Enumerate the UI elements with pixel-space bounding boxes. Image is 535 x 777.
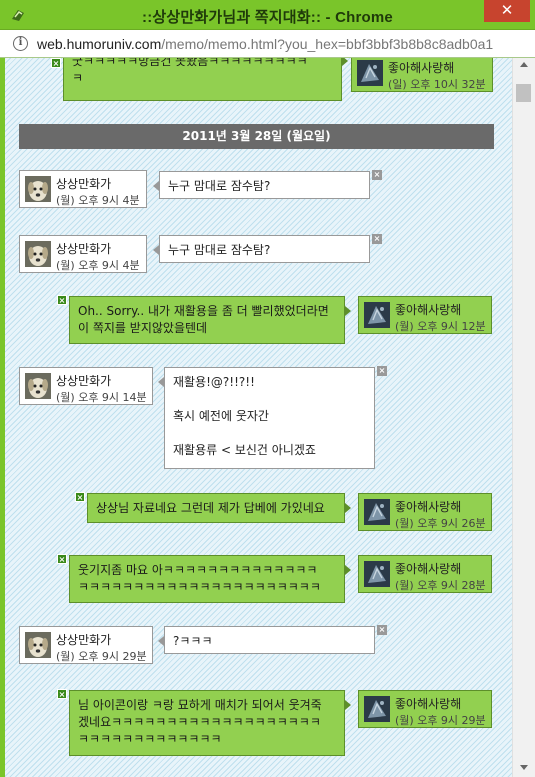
message-timestamp: (월) 오후 9시 14분 [56,391,147,404]
delete-message-icon[interactable]: × [57,295,67,305]
sender-avatar[interactable] [25,632,51,658]
bubble-tail [153,245,159,255]
my-avatar[interactable] [364,499,390,525]
my-profile-card[interactable]: 좋아해사랑해 (일) 오후 10시 32분 [351,58,493,92]
message-timestamp: (월) 오후 9시 29분 [395,714,486,727]
message-timestamp: (월) 오후 9시 29분 [56,650,147,663]
delete-message-icon[interactable]: × [57,554,67,564]
message-timestamp: (일) 오후 10시 32분 [388,78,486,91]
delete-message-icon[interactable]: × [57,689,67,699]
message-text-line [173,391,366,408]
delete-message-icon[interactable]: × [372,234,382,244]
message-text-line: 굿ㅋㅋㅋㅋㅋ방금건 못봤음ㅋㅋㅋㅋㅋㅋㅋㅋㅋ [72,58,308,68]
sender-nickname[interactable]: 상상만화가 [56,631,111,648]
my-nickname[interactable]: 좋아해사랑해 [395,560,461,577]
sender-avatar[interactable] [25,241,51,267]
my-profile-card[interactable]: 좋아해사랑해 (월) 오후 9시 12분 [358,296,492,334]
message-text-line: 재활용류 < 보신건 아니겠죠 [173,443,316,457]
message-timestamp: (월) 오후 9시 12분 [395,320,486,333]
message-timestamp: (월) 오후 9시 4분 [56,194,140,207]
sender-profile-card[interactable]: 상상만화가 (월) 오후 9시 14분 [19,367,153,405]
scroll-thumb[interactable] [516,84,531,102]
window-close-button[interactable]: ✕ [484,0,530,22]
received-message-bubble: 재활용!@?!!?!! 혹시 예전에 웃자간재활용류 < 보신건 아니겠죠 [164,367,375,469]
my-avatar[interactable] [364,696,390,722]
message-timestamp: (월) 오후 9시 28분 [395,579,486,592]
message-text-line: ㅋ [72,71,84,85]
sent-message-bubble: 굿ㅋㅋㅋㅋㅋ방금건 못봤음ㅋㅋㅋㅋㅋㅋㅋㅋㅋㅋ [63,58,342,101]
url-path: /memo/memo.html?you_hex=bbf3bbf3b8b8c8ad… [161,36,494,52]
address-bar[interactable]: i web.humoruniv.com/memo/memo.html?you_h… [0,30,535,58]
delete-message-icon[interactable]: × [377,366,387,376]
bubble-tail [345,306,351,316]
delete-message-icon[interactable]: × [51,58,61,68]
message-text-line: 혹시 예전에 웃자간 [173,409,269,423]
sender-nickname[interactable]: 상상만화가 [56,240,111,257]
sender-profile-card[interactable]: 상상만화가 (월) 오후 9시 29분 [19,626,153,664]
my-nickname[interactable]: 좋아해사랑해 [388,59,454,76]
bubble-tail [158,636,164,646]
message-text-line [173,425,366,442]
sent-message-bubble: 상상님 자료네요 그런데 제가 답베에 가있네요 [87,493,345,523]
window-title-bar[interactable]: ::상상만화가님과 쪽지대화:: - Chrome ✕ [0,0,535,30]
scroll-up-arrow-icon[interactable] [520,62,528,67]
delete-message-icon[interactable]: × [75,492,85,502]
url-text[interactable]: web.humoruniv.com/memo/memo.html?you_hex… [37,36,493,52]
delete-message-icon[interactable]: × [372,170,382,180]
message-text-line: 겠네요ㅋㅋㅋㅋㅋㅋㅋㅋㅋㅋㅋㅋㅋㅋㅋㅋㅋㅋㅋ [78,715,321,729]
bubble-tail [158,377,164,387]
message-text-line: 웃기지좀 마요 아ㅋㅋㅋㅋㅋㅋㅋㅋㅋㅋㅋㅋㅋㅋ [78,563,318,577]
message-text-line: 상상님 자료네요 그런데 제가 답베에 가있네요 [96,501,325,515]
sent-message-bubble: 웃기지좀 마요 아ㅋㅋㅋㅋㅋㅋㅋㅋㅋㅋㅋㅋㅋㅋ ㅋㅋㅋㅋㅋㅋㅋㅋㅋㅋㅋㅋㅋㅋㅋㅋㅋ… [69,555,345,603]
message-text-line: 재활용!@?!!?!! [173,375,255,389]
memo-conversation[interactable]: 굿ㅋㅋㅋㅋㅋ방금건 못봤음ㅋㅋㅋㅋㅋㅋㅋㅋㅋㅋ × 좋아해사랑해 (일) 오후 10시… [0,58,512,777]
date-separator: 2011년 3월 28일 (월요일) [19,124,494,149]
received-message-bubble: ?ㅋㅋㅋ [164,626,375,654]
my-avatar[interactable] [357,60,383,86]
my-avatar[interactable] [364,302,390,328]
my-avatar[interactable] [364,561,390,587]
bubble-tail [153,181,159,191]
url-domain: web.humoruniv.com [37,36,162,52]
delete-message-icon[interactable]: × [377,625,387,635]
vertical-scrollbar[interactable] [512,58,535,777]
bubble-tail [345,503,351,513]
message-text-line: 님 아이콘이랑 ㅋ랑 묘하게 매치가 되어서 웃겨죽 [78,698,322,712]
sender-profile-card[interactable]: 상상만화가 (월) 오후 9시 4분 [19,235,147,273]
message-text-line: ㅋㅋㅋㅋㅋㅋㅋㅋㅋㅋㅋㅋㅋ [78,732,222,746]
received-message-bubble: 누구 맘대로 잠수탐? [159,171,370,199]
bubble-tail [345,565,351,575]
my-profile-card[interactable]: 좋아해사랑해 (월) 오후 9시 28분 [358,555,492,593]
left-accent-edge [0,58,5,777]
message-text-line: ?ㅋㅋㅋ [173,634,213,648]
my-nickname[interactable]: 좋아해사랑해 [395,695,461,712]
message-timestamp: (월) 오후 9시 26분 [395,517,486,530]
sender-nickname[interactable]: 상상만화가 [56,372,111,389]
sent-message-bubble: 님 아이콘이랑 ㅋ랑 묘하게 매치가 되어서 웃겨죽겠네요ㅋㅋㅋㅋㅋㅋㅋㅋㅋㅋㅋ… [69,690,345,756]
message-text-line: 이 쪽지를 받지않았을텐데 [78,321,208,335]
message-text-line: Oh.. Sorry.. 내가 재활용을 좀 더 빨리했었더라면 [78,304,329,318]
received-message-bubble: 누구 맘대로 잠수탐? [159,235,370,263]
sender-avatar[interactable] [25,373,51,399]
sender-nickname[interactable]: 상상만화가 [56,175,111,192]
my-profile-card[interactable]: 좋아해사랑해 (월) 오후 9시 26분 [358,493,492,531]
message-text-line: 누구 맘대로 잠수탐? [168,243,271,257]
sender-profile-card[interactable]: 상상만화가 (월) 오후 9시 4분 [19,170,147,208]
scroll-down-arrow-icon[interactable] [520,765,528,770]
message-text-line: ㅋㅋㅋㅋㅋㅋㅋㅋㅋㅋㅋㅋㅋㅋㅋㅋㅋㅋㅋㅋㅋㅋ [78,580,321,594]
info-icon[interactable]: i [13,36,28,51]
my-nickname[interactable]: 좋아해사랑해 [395,498,461,515]
message-timestamp: (월) 오후 9시 4분 [56,259,140,272]
sent-message-bubble: Oh.. Sorry.. 내가 재활용을 좀 더 빨리했었더라면이 쪽지를 받지… [69,296,345,344]
my-nickname[interactable]: 좋아해사랑해 [395,301,461,318]
bubble-tail [345,700,351,710]
my-profile-card[interactable]: 좋아해사랑해 (월) 오후 9시 29분 [358,690,492,728]
bubble-tail [342,58,348,66]
window-title: ::상상만화가님과 쪽지대화:: - Chrome [142,9,393,26]
message-text-line: 누구 맘대로 잠수탐? [168,179,271,193]
sender-avatar[interactable] [25,176,51,202]
